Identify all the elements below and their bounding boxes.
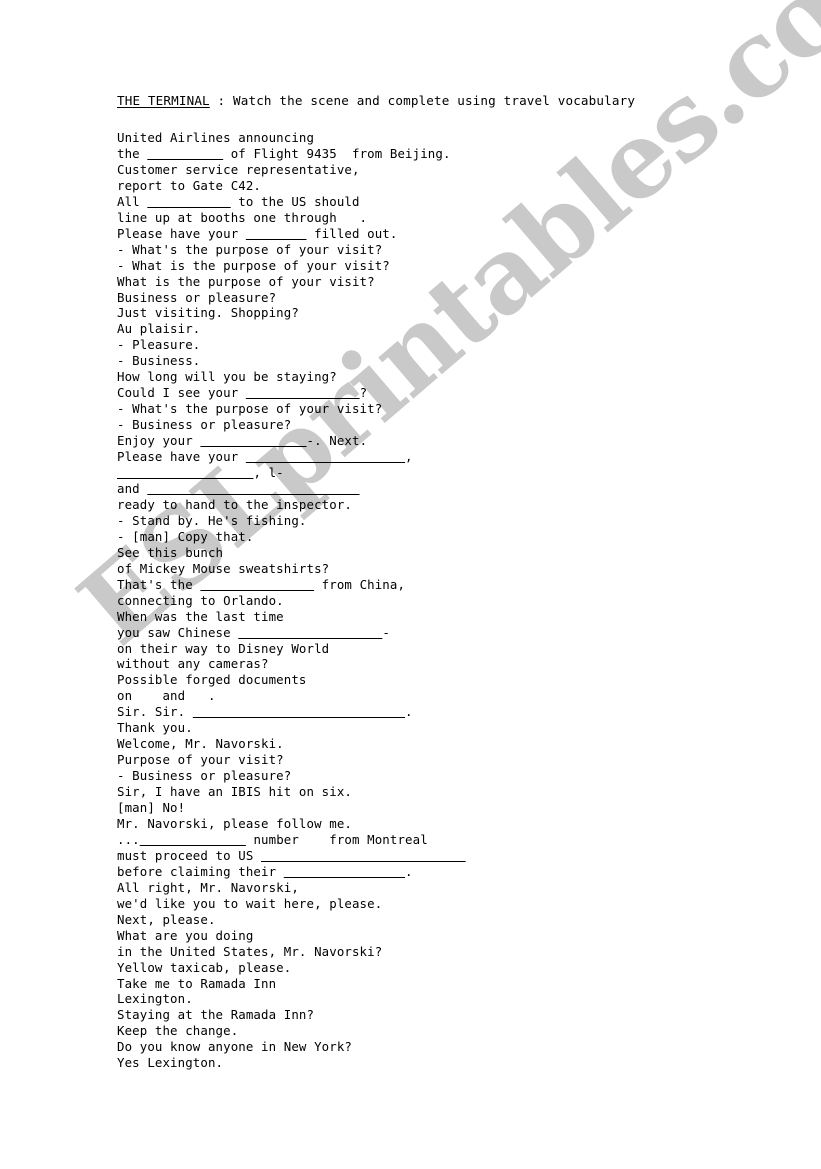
answer-blank[interactable] [117, 465, 253, 480]
worksheet-line: Just visiting. Shopping? [117, 305, 299, 321]
worksheet-line: Yes Lexington. [117, 1055, 224, 1071]
worksheet-line: ready to hand to the inspector. [117, 496, 352, 512]
answer-blank[interactable] [238, 625, 382, 640]
worksheet-line: Lexington. [117, 991, 193, 1007]
worksheet-line: and [117, 481, 757, 497]
worksheet-content: THE TERMINAL : Watch the scene and compl… [117, 92, 757, 1071]
worksheet-line: [man] No! [117, 800, 186, 816]
worksheet-line: Business or pleasure? [117, 289, 277, 305]
worksheet-line: Sir. Sir. . [117, 704, 413, 720]
worksheet-page: ESLprintables.com THE TERMINAL : Watch t… [0, 0, 821, 1169]
worksheet-line: without any cameras? [117, 656, 269, 672]
answer-blank[interactable] [193, 704, 405, 719]
worksheet-line: What is the purpose of your visit? [117, 273, 375, 289]
worksheet-line: Take me to Ramada Inn [117, 975, 277, 991]
worksheet-line: That's the from China, [117, 576, 406, 592]
answer-blank[interactable] [147, 146, 223, 161]
worksheet-line: we'd like you to wait here, please. [117, 895, 383, 911]
worksheet-line: - What is the purpose of your visit? [117, 257, 390, 273]
worksheet-line: When was the last time [117, 608, 284, 624]
worksheet-line: Enjoy your -. Next. [117, 433, 368, 449]
worksheet-line: Could I see your ? [117, 385, 368, 401]
worksheet-line: Welcome, Mr. Navorski. [117, 736, 284, 752]
worksheet-line: line up at booths one through . [117, 209, 368, 225]
worksheet-title-line: THE TERMINAL : Watch the scene and compl… [117, 92, 757, 109]
worksheet-line: - What's the purpose of your visit? [117, 401, 383, 417]
answer-blank[interactable] [140, 832, 246, 847]
answer-blank[interactable] [200, 577, 314, 592]
worksheet-line: , l- [117, 465, 757, 481]
worksheet-line: ... number from Montreal [117, 831, 428, 847]
page-title: THE TERMINAL [117, 93, 210, 108]
worksheet-line: - Business or pleasure? [117, 417, 292, 433]
worksheet-line: Possible forged documents [117, 672, 307, 688]
worksheet-line: the of Flight 9435 from Beijing. [117, 145, 451, 161]
worksheet-line: Please have your filled out. [117, 225, 398, 241]
worksheet-line: must proceed to US [117, 848, 757, 864]
worksheet-line: before claiming their . [117, 863, 413, 879]
answer-blank[interactable] [246, 226, 307, 241]
worksheet-line: - [man] Copy that. [117, 528, 254, 544]
worksheet-line: Customer service representative, [117, 161, 360, 177]
worksheet-line: on their way to Disney World [117, 640, 330, 656]
worksheet-line: Thank you. [117, 720, 193, 736]
answer-blank[interactable] [246, 385, 360, 400]
answer-blank[interactable] [200, 433, 306, 448]
worksheet-line: See this bunch [117, 544, 224, 560]
worksheet-line: on and . [117, 688, 216, 704]
answer-blank[interactable] [284, 864, 405, 879]
worksheet-line: United Airlines announcing [117, 130, 315, 145]
worksheet-line: - Pleasure. [117, 337, 201, 353]
worksheet-line: Au plaisir. [117, 321, 201, 337]
worksheet-line: - Business. [117, 353, 201, 369]
worksheet-line: Yellow taxicab, please. [117, 959, 292, 975]
worksheet-line: - Business or pleasure? [117, 768, 292, 784]
worksheet-line: - What's the purpose of your visit? [117, 241, 383, 257]
answer-blank[interactable] [246, 449, 405, 464]
worksheet-body: United Airlines announcing the of Flight … [117, 130, 757, 1071]
worksheet-line: All right, Mr. Navorski, [117, 879, 299, 895]
worksheet-line: All to the US should [117, 193, 360, 209]
worksheet-line: of Mickey Mouse sweatshirts? [117, 560, 330, 576]
worksheet-line: connecting to Orlando. [117, 592, 284, 608]
worksheet-line: Next, please. [117, 911, 216, 927]
worksheet-line: What are you doing [117, 927, 254, 943]
worksheet-instructions: : Watch the scene and complete using tra… [209, 93, 636, 108]
worksheet-line: Staying at the Ramada Inn? [117, 1007, 315, 1023]
worksheet-line: - Stand by. He's fishing. [117, 512, 307, 528]
worksheet-line: report to Gate C42. [117, 177, 262, 193]
worksheet-line: Please have your , [117, 449, 413, 465]
worksheet-line: Sir, I have an IBIS hit on six. [117, 784, 352, 800]
worksheet-line: Mr. Navorski, please follow me. [117, 815, 352, 831]
worksheet-line: in the United States, Mr. Navorski? [117, 943, 383, 959]
worksheet-line: you saw Chinese - [117, 624, 390, 640]
worksheet-line: Keep the change. [117, 1023, 239, 1039]
worksheet-line: How long will you be staying? [117, 369, 337, 385]
worksheet-line: Purpose of your visit? [117, 752, 284, 768]
answer-blank[interactable] [147, 481, 359, 496]
answer-blank[interactable] [147, 194, 230, 209]
worksheet-line: Do you know anyone in New York? [117, 1039, 352, 1055]
answer-blank[interactable] [261, 848, 466, 863]
